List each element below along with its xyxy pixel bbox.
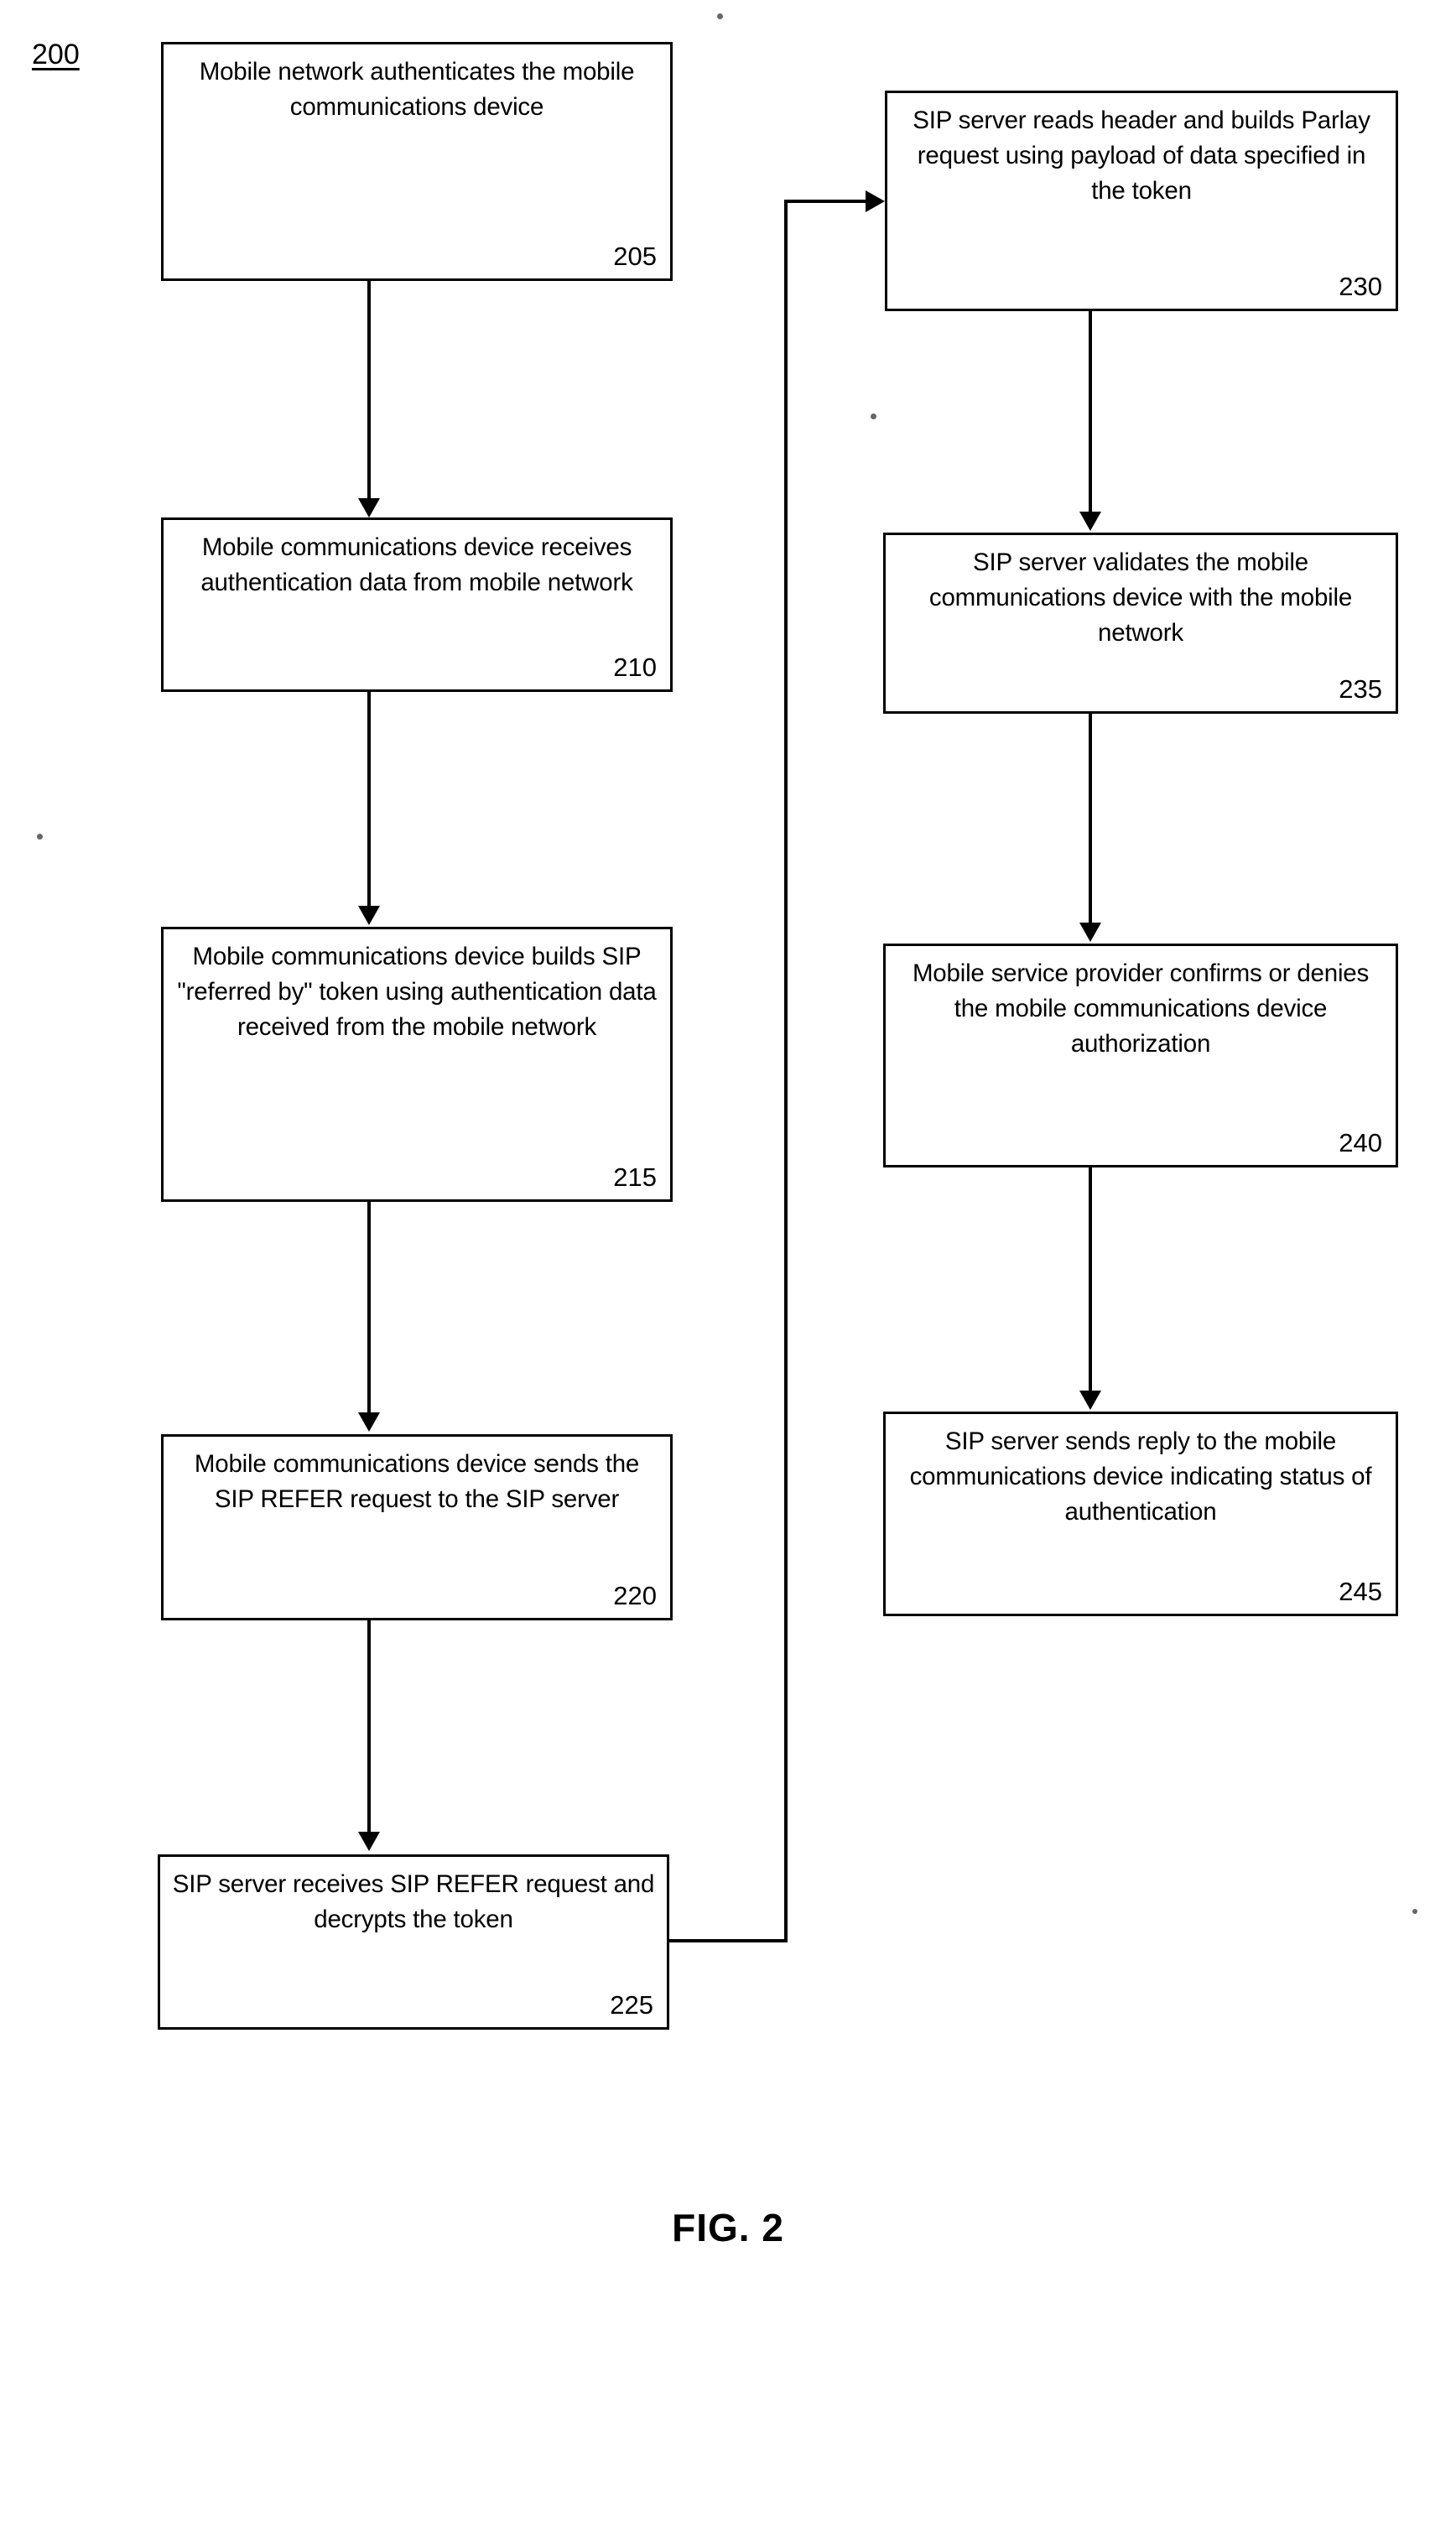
connector-235-to-240-arrowhead [1079,923,1101,942]
flowchart-node-225: SIP server receives SIP REFER request an… [158,1854,669,2030]
connector-215-to-220-arrowhead [358,1412,380,1432]
node-225-text: SIP server receives SIP REFER request an… [172,1870,655,1933]
connector-215-to-220-line [367,1202,371,1413]
node-205-ref: 205 [613,242,657,271]
connector-230-to-235-line [1089,311,1092,512]
flowchart-node-235: SIP server validates the mobile communic… [883,533,1398,714]
node-225-ref: 225 [610,1990,653,2020]
connector-240-to-245-line [1089,1167,1092,1391]
node-215-ref: 215 [613,1162,657,1192]
node-210-text: Mobile communications device receives au… [200,533,633,596]
connector-220-to-225-line [367,1620,371,1833]
node-240-ref: 240 [1339,1128,1382,1157]
connector-220-to-225-arrowhead [358,1832,380,1851]
scan-speck [37,834,43,840]
node-240-text: Mobile service provider confirms or deni… [912,959,1370,1058]
node-235-ref: 235 [1339,674,1382,704]
scan-speck [871,413,876,419]
node-220-ref: 220 [613,1581,657,1610]
node-210-ref: 210 [613,653,657,682]
patent-figure-sheet: 200 Mobile network authenticates the mob… [0,0,1456,2522]
connector-205-to-210-line [367,280,371,502]
node-230-ref: 230 [1339,272,1382,301]
connector-225-to-230-segment-into-node [784,200,871,203]
flowchart-node-240: Mobile service provider confirms or deni… [883,944,1398,1167]
connector-225-to-230-segment-up [784,200,788,1942]
flowchart-node-205: Mobile network authenticates the mobile … [161,42,673,281]
flowchart-node-220: Mobile communications device sends the S… [161,1434,673,1620]
flowchart-node-215: Mobile communications device builds SIP … [161,927,673,1202]
flowchart-node-245: SIP server sends reply to the mobile com… [883,1412,1398,1616]
flowchart-node-210: Mobile communications device receives au… [161,517,673,692]
node-230-text: SIP server reads header and builds Parla… [913,107,1370,205]
node-245-text: SIP server sends reply to the mobile com… [909,1427,1372,1526]
node-220-text: Mobile communications device sends the S… [194,1450,640,1513]
connector-235-to-240-line [1089,714,1092,923]
node-205-text: Mobile network authenticates the mobile … [199,58,635,121]
connector-205-to-210-arrowhead [358,498,380,517]
connector-225-to-230-segment-right [668,1939,788,1942]
figure-caption: FIG. 2 [672,2206,784,2249]
flowchart-node-230: SIP server reads header and builds Parla… [885,91,1398,311]
connector-240-to-245-arrowhead [1079,1391,1101,1410]
node-215-text: Mobile communications device builds SIP … [177,943,657,1041]
connector-210-to-215-line [367,692,371,908]
node-245-ref: 245 [1339,1577,1382,1606]
figure-reference-number: 200 [32,39,80,70]
connector-230-to-235-arrowhead [1079,512,1101,531]
node-235-text: SIP server validates the mobile communic… [928,549,1353,647]
connector-225-to-230-arrowhead [866,190,885,212]
connector-210-to-215-arrowhead [358,906,380,925]
scan-speck [1412,1909,1417,1914]
scan-speck [717,13,723,19]
